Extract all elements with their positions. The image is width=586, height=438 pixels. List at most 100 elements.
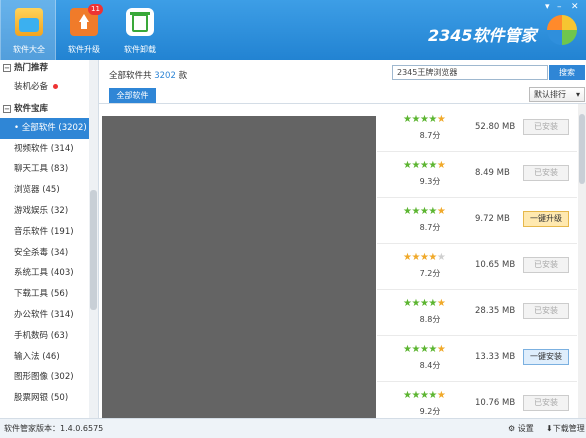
rating-stars: ★★★★★ bbox=[403, 114, 446, 125]
sidebar-item-label: 图形图像 (302) bbox=[14, 372, 74, 383]
category-sidebar: − 热门推荐 装机必备 − 软件宝库 • 全部软件 (3202) 视频软件 (31… bbox=[0, 60, 99, 418]
star-icon: ★ bbox=[436, 298, 446, 309]
rating-score: 8.4分 bbox=[419, 361, 441, 370]
sidebar-item-category[interactable]: 视频软件 (314) bbox=[0, 139, 98, 160]
software-row: ★★★★★ 8.7分 9.72 MB 一键升级 bbox=[377, 198, 577, 244]
sidebar-item-category[interactable]: 音乐软件 (191) bbox=[0, 222, 98, 243]
list-scrollbar[interactable] bbox=[578, 104, 586, 418]
rating-stars: ★★★★★ bbox=[403, 206, 446, 217]
star-icon: ★ bbox=[411, 390, 420, 401]
sidebar-item-category[interactable]: 安全杀毒 (34) bbox=[0, 243, 98, 264]
sidebar-item-label: 股票网银 (50) bbox=[14, 393, 69, 404]
sidebar-item-label: 浏览器 (45) bbox=[14, 185, 60, 196]
file-size: 28.35 MB bbox=[475, 306, 516, 316]
installed-button[interactable]: 已安装 bbox=[523, 303, 569, 319]
sidebar-item-label: 办公软件 (314) bbox=[14, 309, 74, 320]
star-icon: ★ bbox=[411, 252, 420, 263]
sidebar-item-essentials[interactable]: 装机必备 bbox=[0, 77, 98, 98]
minimize-icon[interactable]: – bbox=[557, 2, 562, 12]
sidebar-item-label: 全部软件 (3202) bbox=[21, 122, 87, 133]
section-title: 软件宝库 bbox=[14, 103, 49, 114]
brand-logo-icon bbox=[547, 15, 577, 45]
upgrade-button[interactable]: 一键升级 bbox=[523, 211, 569, 227]
sidebar-item-category[interactable]: 办公软件 (314) bbox=[0, 305, 98, 326]
star-icon: ★ bbox=[428, 298, 437, 309]
star-icon: ★ bbox=[411, 344, 420, 355]
rating-stars: ★★★★★ bbox=[403, 298, 446, 309]
star-icon: ★ bbox=[411, 298, 420, 309]
file-size: 52.80 MB bbox=[475, 122, 516, 132]
installed-button[interactable]: 已安装 bbox=[523, 257, 569, 273]
rating-stars: ★★★★★ bbox=[403, 252, 446, 263]
sidebar-item-category[interactable]: 浏览器 (45) bbox=[0, 180, 98, 201]
tab-uninstall[interactable]: 软件卸载 bbox=[112, 0, 168, 60]
version-text: 软件管家版本：1.4.0.6575 bbox=[4, 424, 104, 433]
section-library[interactable]: − 软件宝库 bbox=[0, 101, 98, 118]
tab-label: 软件升级 bbox=[68, 45, 100, 54]
tab-software-store[interactable]: 软件大全 bbox=[0, 0, 56, 60]
sidebar-scrollbar[interactable] bbox=[89, 60, 98, 418]
star-icon: ★ bbox=[428, 252, 437, 263]
star-icon: ★ bbox=[436, 252, 446, 263]
rating-score: 7.2分 bbox=[419, 269, 441, 278]
new-dot-icon bbox=[53, 84, 59, 89]
tab-upgrade[interactable]: 11 软件升级 bbox=[56, 0, 112, 60]
software-store-icon bbox=[15, 8, 43, 36]
file-size: 9.72 MB bbox=[475, 214, 510, 224]
software-list: ★★★★★ 8.7分 52.80 MB 已安装 ★★★★★ 9.3分 8.49 MB 已安装 ★… bbox=[99, 104, 586, 428]
tab-all-software[interactable]: 全部软件 bbox=[109, 88, 156, 103]
star-icon: ★ bbox=[436, 390, 446, 401]
list-header: 全部软件共 3202 款 2345王牌浏览器 搜索 全部软件 默认排行 ▾ bbox=[99, 60, 586, 104]
software-row: ★★★★★ 8.7分 52.80 MB 已安装 bbox=[377, 106, 577, 152]
install-button[interactable]: 一键安装 bbox=[523, 349, 569, 365]
sidebar-item-category[interactable]: 系统工具 (403) bbox=[0, 263, 98, 284]
software-row: ★★★★★ 8.8分 28.35 MB 已安装 bbox=[377, 290, 577, 336]
sidebar-item-label: 音乐软件 (191) bbox=[14, 226, 74, 237]
star-icon: ★ bbox=[428, 206, 437, 217]
star-icon: ★ bbox=[428, 114, 437, 125]
sidebar-item-category[interactable]: 游戏娱乐 (32) bbox=[0, 201, 98, 222]
installed-button[interactable]: 已安装 bbox=[523, 165, 569, 181]
brand-title: 2345软件管家 bbox=[428, 26, 537, 45]
download-manager-button[interactable]: ⬇下载管理 bbox=[546, 419, 585, 438]
search-input[interactable]: 2345王牌浏览器 bbox=[392, 65, 548, 80]
software-row: ★★★★★ 8.4分 13.33 MB 一键安装 bbox=[377, 336, 577, 382]
sidebar-item-category[interactable]: • 全部软件 (3202) bbox=[0, 117, 98, 139]
file-size: 10.76 MB bbox=[475, 398, 516, 408]
sidebar-item-category[interactable]: 下载工具 (56) bbox=[0, 284, 98, 305]
sidebar-item-category[interactable]: 图形图像 (302) bbox=[0, 367, 98, 388]
sidebar-item-category[interactable]: 手机数码 (63) bbox=[0, 326, 98, 347]
sidebar-item-category[interactable]: 输入法 (46) bbox=[0, 347, 98, 368]
star-icon: ★ bbox=[436, 160, 446, 171]
search-button[interactable]: 搜索 bbox=[549, 65, 585, 80]
collapse-icon[interactable]: − bbox=[3, 104, 11, 113]
collapse-icon[interactable]: − bbox=[3, 64, 11, 72]
scrollbar-thumb[interactable] bbox=[90, 190, 97, 310]
rating-score: 8.7分 bbox=[419, 223, 441, 232]
star-icon: ★ bbox=[436, 114, 446, 125]
rating-score: 8.8分 bbox=[419, 315, 441, 324]
chevron-down-icon: ▾ bbox=[575, 90, 580, 99]
section-hot[interactable]: − 热门推荐 bbox=[0, 60, 98, 77]
rating-score: 9.3分 bbox=[419, 177, 441, 186]
scrollbar-thumb[interactable] bbox=[579, 114, 585, 184]
close-icon[interactable]: ✕ bbox=[571, 2, 579, 12]
sort-dropdown[interactable]: 默认排行 ▾ bbox=[529, 87, 585, 102]
installed-button[interactable]: 已安装 bbox=[523, 395, 569, 411]
sidebar-item-label: 输入法 (46) bbox=[14, 351, 60, 362]
status-bar: 软件管家版本：1.4.0.6575 ⚙ 设置 ⬇下载管理 bbox=[0, 418, 586, 438]
sidebar-item-category[interactable]: 聊天工具 (83) bbox=[0, 159, 98, 180]
file-size: 10.65 MB bbox=[475, 260, 516, 270]
sort-label: 默认排行 bbox=[534, 90, 566, 99]
file-size: 8.49 MB bbox=[475, 168, 510, 178]
settings-button[interactable]: ⚙ 设置 bbox=[508, 419, 534, 438]
star-icon: ★ bbox=[436, 344, 446, 355]
software-row: ★★★★★ 7.2分 10.65 MB 已安装 bbox=[377, 244, 577, 290]
rating-stars: ★★★★★ bbox=[403, 344, 446, 355]
menu-icon[interactable]: ▾ bbox=[545, 2, 550, 12]
installed-button[interactable]: 已安装 bbox=[523, 119, 569, 135]
hidden-content-overlay bbox=[102, 116, 376, 418]
sidebar-item-label: 手机数码 (63) bbox=[14, 330, 69, 341]
sidebar-item-category[interactable]: 股票网银 (50) bbox=[0, 388, 98, 409]
rating-stars: ★★★★★ bbox=[403, 160, 446, 171]
